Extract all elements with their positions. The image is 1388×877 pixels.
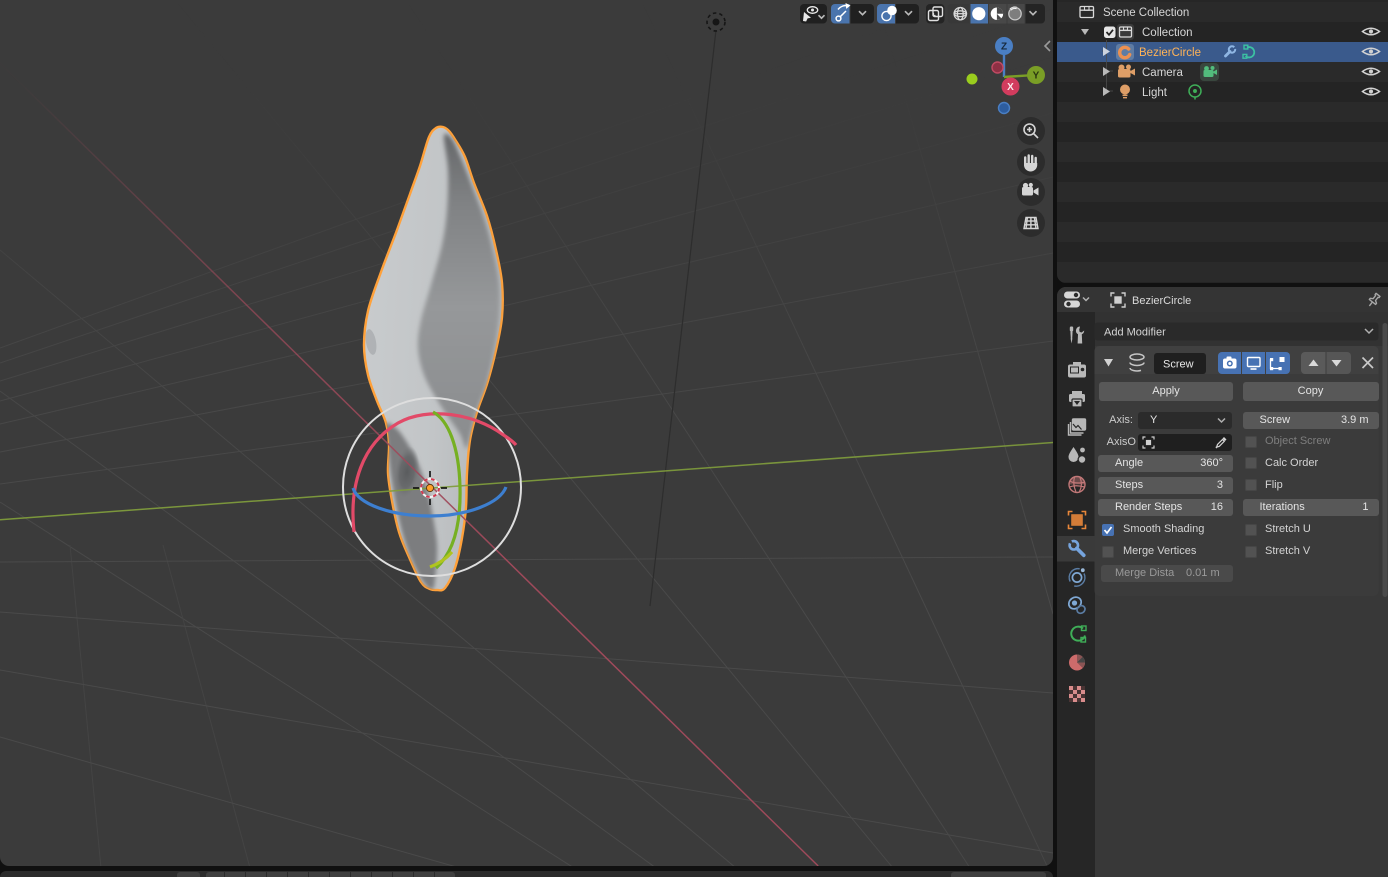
svg-text:Camera: Camera: [1142, 67, 1184, 79]
svg-text:Add Modifier: Add Modifier: [1104, 327, 1166, 339]
svg-text:Y: Y: [1033, 71, 1040, 82]
svg-text:BezierCircle: BezierCircle: [1139, 47, 1201, 59]
svg-text:Screw: Screw: [1163, 359, 1194, 371]
svg-text:BezierCircle: BezierCircle: [1132, 295, 1191, 307]
svg-text:Collection: Collection: [1142, 27, 1193, 39]
svg-text:Light: Light: [1142, 87, 1168, 99]
svg-text:Z: Z: [1001, 42, 1007, 53]
svg-text:X: X: [1007, 82, 1014, 93]
svg-text:Scene Collection: Scene Collection: [1103, 7, 1189, 19]
